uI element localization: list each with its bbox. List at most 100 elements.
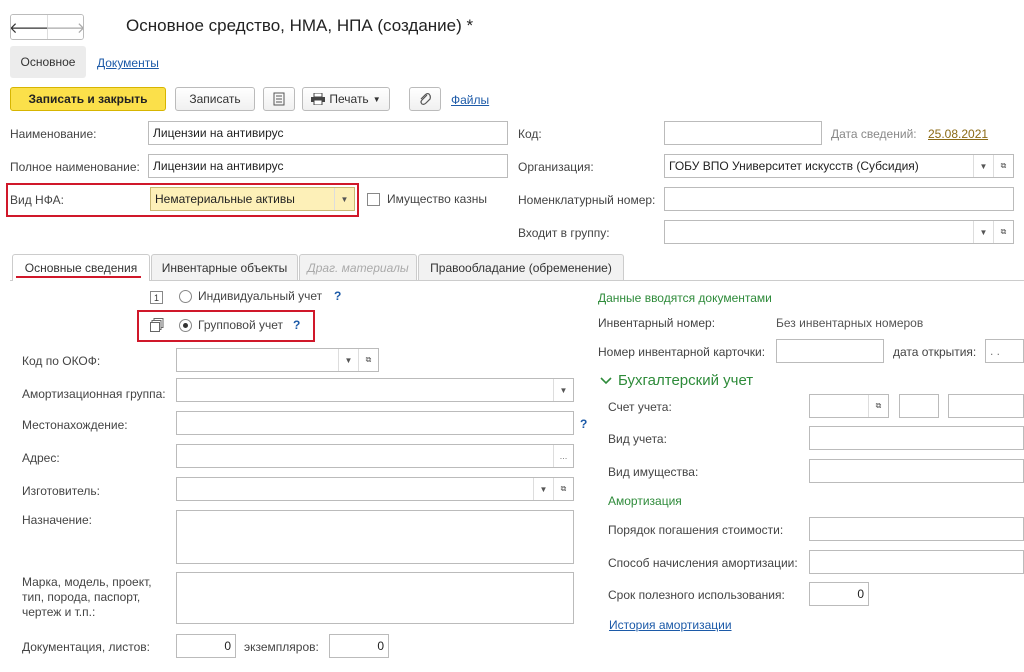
account-type-label: Вид учета: (608, 432, 667, 446)
amortization-history-link[interactable]: История амортизации (609, 618, 732, 632)
open-form-icon[interactable]: ⧉ (868, 395, 888, 417)
open-date-label: дата открытия: (893, 345, 977, 359)
copies-count-input[interactable]: 0 (329, 634, 389, 658)
chevron-down-icon (600, 376, 612, 384)
tab-basic-info-label: Основные сведения (24, 261, 138, 275)
help-icon[interactable]: ? (293, 318, 300, 332)
nfa-type-label: Вид НФА: (10, 193, 64, 207)
code-input[interactable] (664, 121, 822, 145)
group-items-icon (150, 318, 164, 332)
chevron-down-icon[interactable]: ▼ (533, 478, 553, 500)
chevron-down-icon: ▼ (372, 94, 381, 104)
docs-entered-note: Данные вводятся документами (598, 291, 772, 305)
print-button[interactable]: Печать ▼ (302, 87, 390, 111)
amort-group-label: Амортизационная группа: (22, 387, 166, 401)
treasury-checkbox[interactable] (367, 193, 380, 206)
tab-main[interactable]: Основное (10, 46, 86, 78)
address-label: Адрес: (22, 451, 60, 465)
info-date-label: Дата сведений: (831, 127, 917, 141)
address-input[interactable]: … (176, 444, 574, 468)
brand-label-line1: Марка, модель, проект, (22, 575, 152, 589)
chevron-down-icon[interactable]: ▼ (973, 155, 993, 177)
brand-label-line3: чертеж и т.п.: (22, 605, 96, 619)
report-button[interactable] (263, 87, 295, 111)
docs-count-input[interactable]: 0 (176, 634, 236, 658)
chevron-down-icon[interactable]: ▼ (553, 379, 573, 401)
back-arrow-icon: 🡐 (10, 19, 50, 37)
accounting-section-title: Бухгалтерский учет (618, 372, 754, 389)
more-icon[interactable]: … (553, 445, 573, 467)
org-label: Организация: (518, 160, 594, 174)
tab-precious-materials: Драг. материалы (299, 254, 417, 280)
account-select[interactable]: ⧉ (809, 394, 889, 418)
inv-number-value: Без инвентарных номеров (776, 316, 924, 330)
name-label: Наименование: (10, 127, 97, 141)
purpose-label: Назначение: (22, 513, 93, 527)
nomenclature-input[interactable] (664, 187, 1014, 211)
tabs-divider (10, 280, 1024, 281)
okof-select[interactable]: ▼ ⧉ (176, 348, 379, 372)
manufacturer-select[interactable]: ▼ ⧉ (176, 477, 574, 501)
tab-active-underline (16, 276, 141, 278)
page-title: Основное средство, НМА, НПА (создание) * (126, 16, 474, 35)
help-icon[interactable]: ? (580, 417, 587, 431)
location-input[interactable] (176, 411, 574, 435)
brand-textarea[interactable] (176, 572, 574, 624)
tab-inventory[interactable]: Инвентарные объекты (151, 254, 298, 280)
individual-label: Индивидуальный учет (198, 289, 323, 303)
open-date-input[interactable]: . . (985, 339, 1024, 363)
nfa-type-value: Нематериальные активы (155, 192, 295, 206)
method-input[interactable] (809, 550, 1024, 574)
accounting-section-header[interactable]: Бухгалтерский учет (600, 372, 753, 389)
full-name-input[interactable]: Лицензии на антивирус (148, 154, 508, 178)
tab-main-label: Основное (20, 55, 76, 69)
repayment-input[interactable] (809, 517, 1024, 541)
repayment-label: Порядок погашения стоимости: (608, 523, 784, 537)
purpose-textarea[interactable] (176, 510, 574, 564)
org-select[interactable]: ГОБУ ВПО Университет искусств (Субсидия)… (664, 154, 1014, 178)
tab-rights[interactable]: Правообладание (обременение) (418, 254, 624, 280)
tab-documents[interactable]: Документы (97, 56, 159, 70)
location-label: Местонахождение: (22, 418, 128, 432)
name-input[interactable]: Лицензии на антивирус (148, 121, 508, 145)
group-select[interactable]: ▼ ⧉ (664, 220, 1014, 244)
group-label: Входит в группу: (518, 226, 610, 240)
attach-button[interactable] (409, 87, 441, 111)
inv-card-input[interactable] (776, 339, 884, 363)
individual-radio[interactable] (179, 290, 192, 303)
group-accounting-radio[interactable] (179, 319, 192, 332)
open-form-icon[interactable]: ⧉ (553, 478, 573, 500)
account-sub2-input[interactable] (948, 394, 1024, 418)
open-form-icon[interactable]: ⧉ (993, 155, 1013, 177)
help-icon[interactable]: ? (334, 289, 341, 303)
open-form-icon[interactable]: ⧉ (358, 349, 378, 371)
useful-life-input[interactable]: 0 (809, 582, 869, 606)
method-label: Способ начисления амортизации: (608, 556, 798, 570)
nfa-type-select[interactable]: Нематериальные активы ▼ (150, 187, 355, 211)
files-link[interactable]: Файлы (451, 93, 489, 107)
forward-button[interactable]: 🡒 (45, 15, 83, 39)
tab-rights-label: Правообладание (обременение) (430, 260, 612, 275)
report-icon (273, 92, 285, 106)
okof-label: Код по ОКОФ: (22, 354, 101, 368)
account-type-input[interactable] (809, 426, 1024, 450)
chevron-down-icon[interactable]: ▼ (973, 221, 993, 243)
manufacturer-label: Изготовитель: (22, 484, 100, 498)
chevron-down-icon[interactable]: ▼ (334, 188, 354, 210)
printer-icon (311, 93, 326, 105)
useful-life-label: Срок полезного использования: (608, 588, 785, 602)
save-and-close-button[interactable]: Записать и закрыть (10, 87, 166, 111)
info-date-link[interactable]: 25.08.2021 (928, 127, 988, 141)
property-type-input[interactable] (809, 459, 1024, 483)
amort-group-select[interactable]: ▼ (176, 378, 574, 402)
chevron-down-icon[interactable]: ▼ (338, 349, 358, 371)
tab-precious-label: Драг. материалы (307, 260, 409, 275)
inv-number-label: Инвентарный номер: (598, 316, 716, 330)
print-label: Печать (329, 92, 369, 106)
back-button[interactable]: 🡐 (10, 15, 50, 39)
account-sub1-input[interactable] (899, 394, 939, 418)
nomenclature-label: Номенклатурный номер: (518, 193, 656, 207)
account-label: Счет учета: (608, 400, 672, 414)
save-button[interactable]: Записать (175, 87, 255, 111)
open-form-icon[interactable]: ⧉ (993, 221, 1013, 243)
